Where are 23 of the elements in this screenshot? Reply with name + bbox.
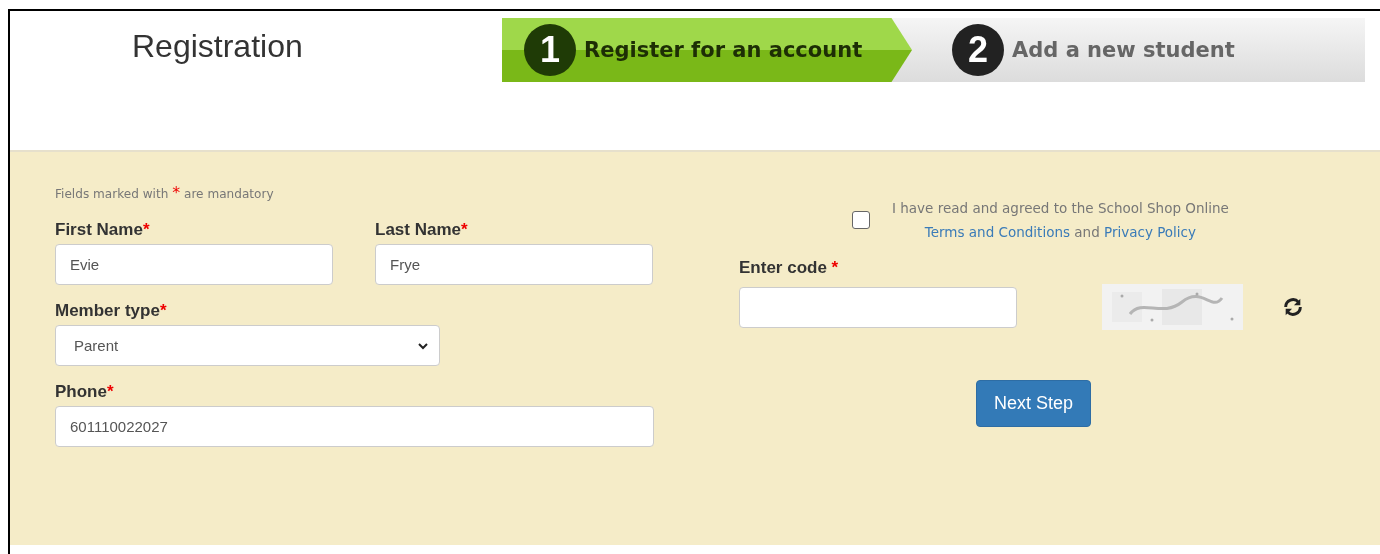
agreement-links: Terms and Conditions and Privacy Policy (924, 224, 1196, 240)
agreement-text: I have read and agreed to the School Shop Online (892, 200, 1229, 216)
code-field[interactable] (739, 286, 1017, 328)
step-label: Add a new student (1012, 38, 1235, 62)
field-label: Enter code * (739, 258, 840, 278)
step-label: Register for an account (584, 38, 863, 62)
page-title: Registration (132, 28, 304, 65)
step-number: 1 (524, 24, 576, 76)
field-label: First Name* (55, 220, 151, 240)
field-label: Last Name* (375, 220, 469, 240)
mandatory-note: Fields marked with * are mandatory (55, 182, 275, 202)
privacy-link[interactable]: Privacy Policy (1104, 224, 1196, 240)
text-field[interactable]: Evie (55, 244, 333, 285)
field-label: Member type* (55, 301, 168, 321)
agree-checkbox[interactable] (852, 211, 870, 229)
field-label: Phone* (55, 382, 115, 402)
next-step-button[interactable]: Next Step (976, 380, 1092, 427)
text-field[interactable]: 601110022027 (55, 406, 654, 447)
refresh-icon[interactable] (1282, 296, 1304, 318)
step-number: 2 (952, 24, 1004, 76)
text-field[interactable]: Frye (375, 244, 653, 285)
terms-link[interactable]: Terms and Conditions (924, 224, 1070, 240)
member-type-select[interactable]: Parent (55, 325, 440, 366)
